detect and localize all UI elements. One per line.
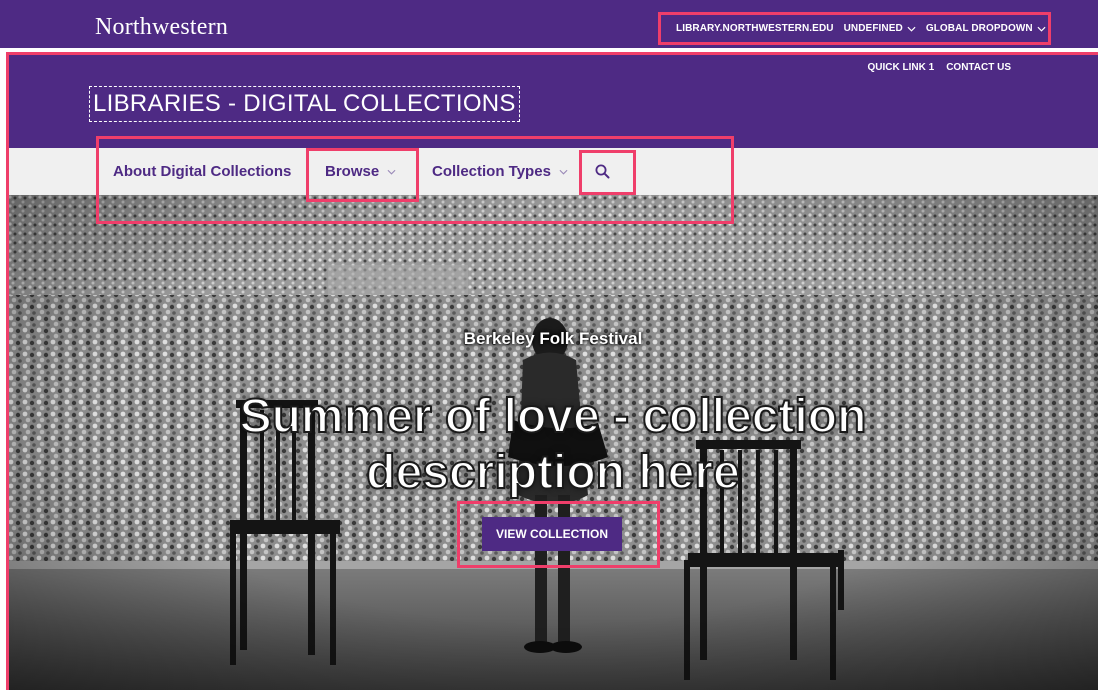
hero-eyebrow: Berkeley Folk Festival	[463, 329, 643, 348]
undefined-dropdown[interactable]: UNDEFINED	[844, 23, 916, 34]
libraries-header: QUICK LINK 1 CONTACT US LIBRARIES - DIGI…	[8, 52, 1098, 148]
main-nav: About Digital Collections Browse Collect…	[8, 148, 1098, 195]
northwestern-logo[interactable]: Northwestern	[95, 14, 228, 41]
hero-title-line-2: description here	[365, 445, 740, 500]
library-home-link[interactable]: LIBRARY.NORTHWESTERN.EDU	[676, 23, 834, 34]
quick-links: QUICK LINK 1 CONTACT US	[868, 62, 1011, 73]
nav-browse[interactable]: Browse	[325, 148, 396, 195]
search-icon	[595, 164, 610, 178]
view-collection-button[interactable]: VIEW COLLECTION	[482, 517, 622, 551]
hero-title: Summer of love - collection description …	[8, 389, 1098, 501]
nav-collection-types[interactable]: Collection Types	[432, 148, 568, 195]
chevron-down-icon	[387, 169, 396, 175]
utility-bar: Northwestern LIBRARY.NORTHWESTERN.EDU UN…	[0, 0, 1098, 48]
nav-item-label: Collection Types	[432, 163, 551, 180]
chevron-down-icon	[559, 169, 568, 175]
hero-title-line-1: Summer of love - collection	[239, 389, 868, 444]
global-links: LIBRARY.NORTHWESTERN.EDU UNDEFINED GLOBA…	[658, 12, 1051, 45]
library-home-label: LIBRARY.NORTHWESTERN.EDU	[676, 23, 834, 34]
global-dropdown-label: GLOBAL DROPDOWN	[925, 23, 1033, 34]
nav-about-digital-collections[interactable]: About Digital Collections	[113, 148, 291, 195]
chevron-down-icon	[907, 26, 916, 32]
hero-banner: Berkeley Folk Festival Summer of love - …	[8, 195, 1098, 690]
global-dropdown[interactable]: GLOBAL DROPDOWN	[926, 23, 1046, 34]
undefined-dropdown-label: UNDEFINED	[843, 23, 903, 34]
search-button[interactable]	[594, 148, 612, 195]
nav-item-label: Browse	[325, 163, 380, 180]
contact-us-link[interactable]: CONTACT US	[946, 62, 1011, 73]
quick-link-1[interactable]: QUICK LINK 1	[868, 62, 935, 73]
site-title[interactable]: LIBRARIES - DIGITAL COLLECTIONS	[89, 86, 520, 122]
chevron-down-icon	[1037, 26, 1046, 32]
nav-item-label: About Digital Collections	[113, 163, 292, 180]
